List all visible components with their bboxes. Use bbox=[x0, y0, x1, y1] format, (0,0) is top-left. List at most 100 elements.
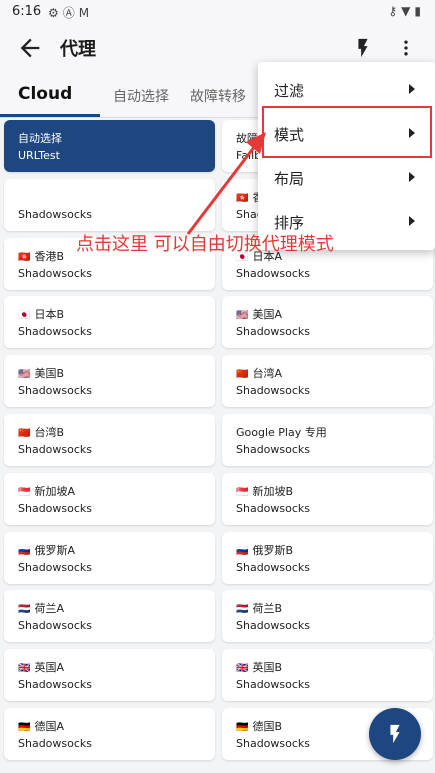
proxy-type: Shadowsocks bbox=[18, 560, 93, 574]
proxy-name: 🇺🇸 美国B bbox=[18, 365, 64, 381]
vpn-key-icon: ⚷ bbox=[388, 4, 402, 18]
proxy-name: 🇺🇸 美国A bbox=[236, 306, 282, 322]
proxy-name-text: 台湾B bbox=[34, 426, 64, 439]
proxy-type: Shadowsocks bbox=[18, 678, 93, 692]
proxy-card[interactable]: 🇷🇺 俄罗斯B Shadowsocks bbox=[222, 531, 433, 584]
more-vert-icon[interactable] bbox=[396, 36, 416, 60]
proxy-name: 🇨🇳 台湾A bbox=[236, 365, 282, 381]
flag-icon: 🇺🇸 bbox=[236, 310, 249, 322]
proxy-card[interactable]: 🇺🇸 美国B Shadowsocks bbox=[4, 355, 215, 408]
proxy-type: Shadowsocks bbox=[236, 384, 311, 398]
proxy-name: 🇩🇪 德国B bbox=[236, 718, 282, 734]
flag-icon: 🇨🇳 bbox=[18, 428, 31, 439]
proxy-card[interactable]: 🇺🇸 美国A Shadowsocks bbox=[222, 296, 433, 349]
submenu-arrow-icon bbox=[409, 172, 415, 182]
proxy-card[interactable]: 🇨🇳 台湾B Shadowsocks bbox=[4, 414, 215, 466]
annotation-text: 点击这里 可以自由切换代理模式 bbox=[76, 234, 334, 255]
a-badge-icon: Ⓐ bbox=[62, 6, 79, 20]
proxy-name-text: 日本B bbox=[34, 308, 64, 322]
proxy-name-text: 俄罗斯B bbox=[252, 543, 293, 557]
proxy-card[interactable]: 🇬🇧 英国B Shadowsocks bbox=[222, 649, 433, 702]
lightning-icon bbox=[390, 724, 400, 744]
annotation-arrow-icon bbox=[186, 132, 266, 235]
proxy-card[interactable]: Google Play 专用 Shadowsocks bbox=[222, 414, 433, 466]
flag-icon: 🇳🇱 bbox=[18, 604, 31, 616]
proxy-name: 🇬🇧 英国B bbox=[236, 659, 282, 675]
proxy-name-text: 新加坡B bbox=[252, 484, 293, 498]
proxy-card[interactable]: 🇩🇪 德国A Shadowsocks bbox=[4, 708, 215, 760]
proxy-card[interactable]: 🇬🇧 英国A Shadowsocks bbox=[4, 649, 215, 702]
proxy-type: Shadowsocks bbox=[236, 560, 311, 574]
proxy-type: URLTest bbox=[18, 149, 60, 162]
proxy-card[interactable]: 🇯🇵 日本B Shadowsocks bbox=[4, 296, 215, 349]
proxy-card[interactable]: 🇳🇱 荷兰A Shadowsocks bbox=[4, 590, 215, 643]
proxy-name: 🇳🇱 荷兰B bbox=[236, 600, 282, 616]
status-time: 6:16 bbox=[12, 4, 42, 19]
flag-icon: 🇭🇰 bbox=[18, 251, 31, 263]
proxy-type: Shadowsocks bbox=[236, 266, 311, 280]
flag-icon: 🇸🇬 bbox=[236, 486, 249, 498]
proxy-type: Shadowsocks bbox=[236, 737, 311, 750]
submenu-arrow-icon bbox=[409, 84, 415, 94]
proxy-name: 🇸🇬 新加坡B bbox=[236, 483, 293, 499]
tab-cloud[interactable]: Cloud bbox=[18, 84, 72, 104]
proxy-name-text: 英国A bbox=[34, 661, 64, 675]
proxy-type: Shadowsocks bbox=[236, 678, 311, 692]
wifi-icon: ▼ bbox=[401, 4, 415, 18]
flag-icon: 🇬🇧 bbox=[236, 663, 249, 675]
proxy-name-text: 美国A bbox=[252, 308, 282, 322]
status-left-icons: ⚙ⒶM bbox=[48, 4, 93, 21]
annotation-highlight-box bbox=[262, 106, 432, 158]
proxy-type: Shadowsocks bbox=[236, 443, 311, 456]
page-title: 代理 bbox=[60, 39, 96, 60]
gear-icon: ⚙ bbox=[48, 6, 63, 20]
menu-item-label: 过滤 bbox=[274, 82, 305, 100]
proxy-name: 🇳🇱 荷兰A bbox=[18, 600, 64, 616]
proxy-name: 🇷🇺 俄罗斯A bbox=[18, 542, 75, 558]
flag-icon: 🇳🇱 bbox=[236, 604, 249, 616]
proxy-name: Google Play 专用 bbox=[236, 424, 327, 440]
proxy-name-text: 俄罗斯A bbox=[34, 543, 75, 557]
status-bar: 6:16 ⚙ⒶM ⚷▼▮ bbox=[0, 0, 435, 24]
proxy-name-text: 香港B bbox=[34, 249, 64, 263]
proxy-type: Shadowsocks bbox=[18, 266, 93, 280]
proxy-name-text: 英国B bbox=[252, 661, 282, 675]
proxy-name: 🇯🇵 日本B bbox=[18, 306, 64, 322]
tab-fallback[interactable]: 故障转移 bbox=[190, 86, 246, 106]
proxy-card[interactable]: 🇨🇳 台湾A Shadowsocks bbox=[222, 355, 433, 408]
proxy-name: 🇭🇰 香港B bbox=[18, 248, 64, 264]
proxy-name-text: 自动选择 bbox=[18, 132, 62, 145]
proxy-name-text: 新加坡A bbox=[34, 484, 75, 498]
proxy-name-text: 美国B bbox=[34, 367, 64, 381]
back-arrow-icon[interactable] bbox=[16, 34, 44, 62]
proxy-type: Shadowsocks bbox=[18, 384, 93, 398]
proxy-name: 🇬🇧 英国A bbox=[18, 659, 64, 675]
proxy-type: Shadowsocks bbox=[236, 325, 311, 339]
connect-fab[interactable] bbox=[369, 708, 421, 760]
submenu-arrow-icon bbox=[409, 216, 415, 226]
proxy-card[interactable]: 🇸🇬 新加坡A Shadowsocks bbox=[4, 472, 215, 525]
proxy-name-text: 荷兰A bbox=[34, 602, 64, 616]
proxy-type: Shadowsocks bbox=[18, 325, 93, 339]
proxy-card[interactable]: 🇳🇱 荷兰B Shadowsocks bbox=[222, 590, 433, 643]
lightning-icon[interactable] bbox=[352, 36, 374, 60]
tab-auto-select[interactable]: 自动选择 bbox=[113, 86, 169, 106]
menu-item-layout[interactable]: 布局 bbox=[258, 156, 435, 200]
proxy-card[interactable]: 🇸🇬 新加坡B Shadowsocks bbox=[222, 472, 433, 525]
gmail-icon: M bbox=[78, 6, 94, 20]
proxy-type: Shadowsocks bbox=[18, 619, 93, 633]
proxy-name: 自动选择 bbox=[18, 130, 62, 146]
flag-icon: 🇷🇺 bbox=[18, 545, 31, 557]
flag-icon: 🇯🇵 bbox=[18, 310, 31, 322]
proxy-name: 🇷🇺 俄罗斯B bbox=[236, 542, 293, 558]
proxy-type: Shadowsocks bbox=[18, 737, 93, 750]
status-right-icons: ⚷▼▮ bbox=[388, 4, 425, 18]
flag-icon: 🇩🇪 bbox=[236, 722, 249, 733]
proxy-name-text: 德国B bbox=[252, 720, 282, 733]
proxy-type: Shadowsocks bbox=[236, 501, 311, 515]
proxy-name-text: 德国A bbox=[34, 720, 64, 733]
proxy-name: 🇸🇬 新加坡A bbox=[18, 483, 75, 499]
flag-icon: 🇸🇬 bbox=[18, 486, 31, 498]
proxy-name: 🇨🇳 台湾B bbox=[18, 424, 64, 440]
proxy-card[interactable]: 🇷🇺 俄罗斯A Shadowsocks bbox=[4, 531, 215, 584]
